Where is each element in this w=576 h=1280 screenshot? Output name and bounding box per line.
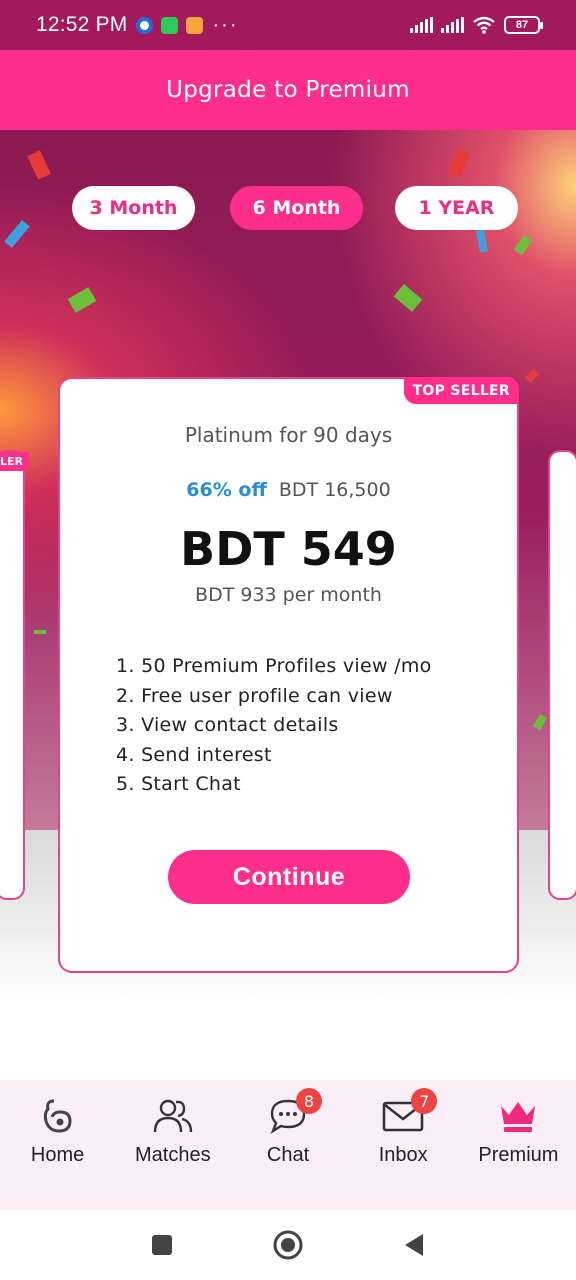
nav-chat-label: Chat xyxy=(266,1144,310,1166)
feature-item: 2. Free user profile can view xyxy=(116,684,393,707)
confetti-decoration xyxy=(513,234,533,256)
confetti-decoration xyxy=(393,284,423,312)
confetti-decoration xyxy=(476,229,488,253)
continue-button[interactable]: Continue xyxy=(168,850,410,904)
page-header: Upgrade to Premium xyxy=(0,50,576,130)
messages-app-icon xyxy=(135,16,153,34)
nav-matches-label: Matches xyxy=(135,1144,211,1166)
feature-item: 1. 50 Premium Profiles view /mo xyxy=(116,655,432,677)
price-per-month: BDT 933 per month xyxy=(195,584,382,606)
nav-premium-label: Premium xyxy=(478,1144,559,1166)
signal-icon-2 xyxy=(441,17,464,33)
discount-row: 66% off BDT 16,500 xyxy=(60,479,517,501)
home-logo-icon xyxy=(36,1094,80,1138)
feature-item: 5. Start Chat xyxy=(116,773,241,795)
nav-inbox[interactable]: 7 Inbox xyxy=(346,1080,461,1210)
tab-1-year[interactable]: 1 YEAR xyxy=(395,186,518,230)
plan-price: BDT 549 xyxy=(180,522,397,576)
nav-home-label: Home xyxy=(30,1144,85,1166)
more-notifications-icon: ··· xyxy=(212,13,239,36)
whatsapp-icon xyxy=(160,16,178,34)
duration-tabs: 3 Month 6 Month 1 YEAR xyxy=(0,186,576,230)
signal-icon xyxy=(410,17,433,33)
plan-card: TOP SELLER Platinum for 90 days 66% off … xyxy=(58,377,519,973)
nav-matches[interactable]: Matches xyxy=(115,1080,230,1210)
system-navigation-bar xyxy=(0,1210,576,1280)
confetti-decoration xyxy=(524,368,540,384)
previous-plan-badge: LER xyxy=(0,452,29,471)
bottom-navigation: Home Matches 8 Chat 7 Inbox Premium xyxy=(0,1080,576,1210)
confetti-decoration xyxy=(27,150,51,180)
feature-item: 3. View contact details xyxy=(116,714,339,736)
confetti-decoration xyxy=(533,713,547,731)
crown-icon xyxy=(496,1094,540,1138)
home-button[interactable] xyxy=(270,1227,306,1263)
top-seller-badge: TOP SELLER xyxy=(403,377,519,404)
clock: 12:52 PM xyxy=(36,13,128,36)
tab-3-month[interactable]: 3 Month xyxy=(72,186,195,230)
chat-unread-badge: 8 xyxy=(296,1088,322,1114)
feature-list: 1. 50 Premium Profiles view /mo 2. Free … xyxy=(116,652,432,800)
chat-icon: 8 xyxy=(266,1088,322,1138)
status-bar: 12:52 PM ··· 87 xyxy=(0,0,576,50)
page-title: Upgrade to Premium xyxy=(166,77,410,103)
previous-plan-card[interactable] xyxy=(0,450,25,900)
plan-name: Platinum for 90 days xyxy=(184,423,393,447)
users-icon xyxy=(151,1094,195,1138)
next-plan-card[interactable] xyxy=(548,450,576,900)
nav-chat[interactable]: 8 Chat xyxy=(230,1080,345,1210)
feature-item: 4. Send interest xyxy=(116,743,272,766)
back-button[interactable] xyxy=(396,1227,432,1263)
battery-icon: 87 xyxy=(504,16,543,34)
tab-6-month[interactable]: 6 Month xyxy=(230,186,363,230)
wifi-icon xyxy=(473,16,495,34)
notification-app-icon xyxy=(185,16,203,34)
confetti-decoration xyxy=(34,630,46,634)
mail-icon: 7 xyxy=(381,1088,438,1138)
recent-apps-button[interactable] xyxy=(144,1227,180,1263)
original-price: BDT 16,500 xyxy=(278,479,391,501)
nav-premium[interactable]: Premium xyxy=(461,1080,576,1210)
confetti-decoration xyxy=(447,148,471,178)
nav-home[interactable]: Home xyxy=(0,1080,115,1210)
inbox-unread-badge: 7 xyxy=(411,1088,438,1114)
nav-inbox-label: Inbox xyxy=(378,1144,428,1166)
discount-label: 66% off xyxy=(186,479,267,501)
confetti-decoration xyxy=(67,287,97,313)
